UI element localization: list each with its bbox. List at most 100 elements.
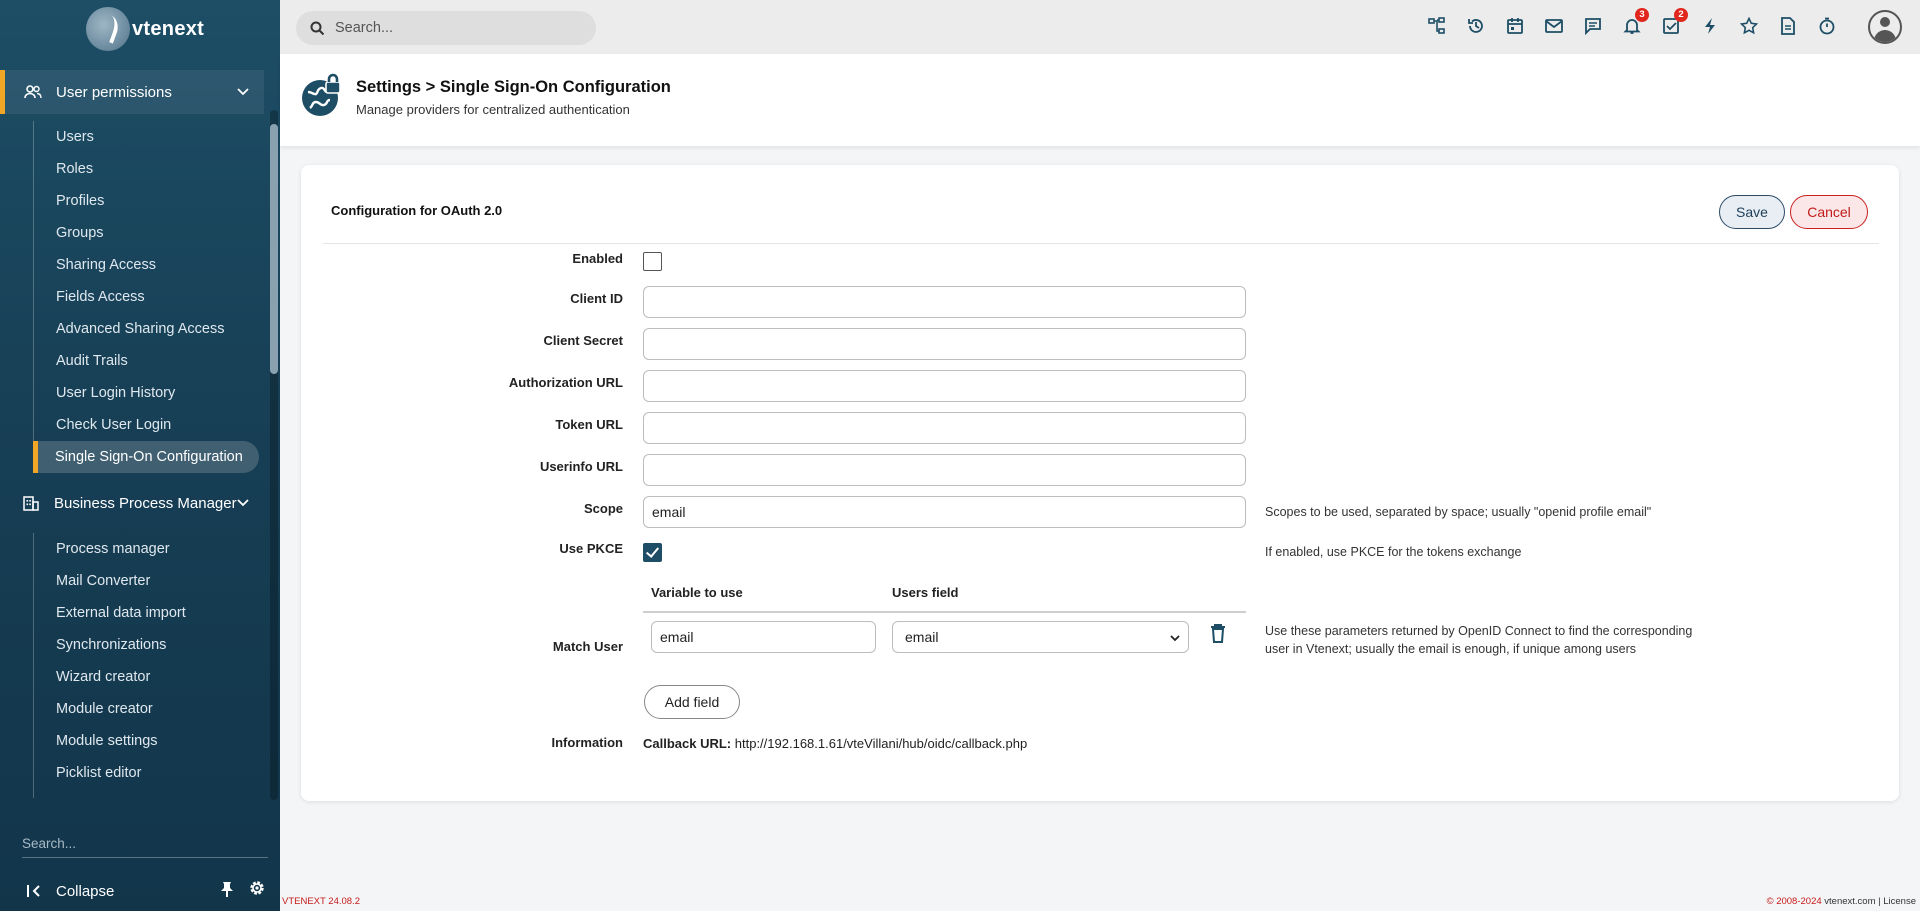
- userinfo-url-label: Userinfo URL: [539, 459, 623, 474]
- enabled-label: Enabled: [572, 251, 623, 266]
- chevron-down-icon: [1170, 635, 1180, 642]
- scope-input[interactable]: email: [643, 496, 1246, 528]
- sidebar-item-process-manager[interactable]: Process manager: [34, 533, 263, 565]
- search-icon: [310, 21, 325, 35]
- client-id-label: Client ID: [570, 291, 623, 306]
- token-url-input[interactable]: [643, 412, 1246, 444]
- userinfo-url-input[interactable]: [643, 454, 1246, 486]
- sidebar-item-synchronizations[interactable]: Synchronizations: [34, 629, 263, 661]
- section-user-permissions[interactable]: User permissions: [0, 70, 264, 114]
- logo-mark-icon: [86, 7, 130, 51]
- users-icon: [24, 83, 42, 101]
- card-title: Configuration for OAuth 2.0: [331, 203, 503, 218]
- org-chart-icon[interactable]: [1426, 15, 1448, 37]
- sidebar-item-audit-trails[interactable]: Audit Trails: [34, 345, 263, 377]
- sidebar-item-external-data-import[interactable]: External data import: [34, 597, 263, 629]
- user-permissions-menu: Users Roles Profiles Groups Sharing Acce…: [33, 121, 263, 473]
- token-url-label: Token URL: [555, 417, 623, 432]
- collapse-icon: [27, 885, 40, 897]
- pkce-help: If enabled, use PKCE for the tokens exch…: [1265, 545, 1522, 559]
- logo[interactable]: vtenext: [86, 6, 246, 52]
- sidebar-item-user-login-history[interactable]: User Login History: [34, 377, 263, 409]
- collapse-button[interactable]: Collapse: [0, 872, 280, 910]
- information-label: Information: [551, 735, 624, 750]
- authorization-url-label: Authorization URL: [508, 375, 623, 390]
- add-field-button[interactable]: Add field: [644, 685, 740, 719]
- sidebar-item-module-creator[interactable]: Module creator: [34, 693, 263, 725]
- avatar-body: [1874, 30, 1896, 42]
- sidebar-item-check-user-login[interactable]: Check User Login: [34, 409, 263, 441]
- divider: [323, 243, 1879, 244]
- footer-copyright: © 2008-2024 vtenext.com | License: [1767, 896, 1916, 907]
- callback-url[interactable]: http://192.168.1.61/vteVillani/hub/oidc/…: [735, 736, 1027, 751]
- match-col-variable: Variable to use: [651, 585, 743, 600]
- section-business-process-manager[interactable]: Business Process Manager: [0, 481, 264, 525]
- footer-site-link[interactable]: vtenext.com: [1824, 896, 1875, 907]
- match-col-users-field: Users field: [892, 585, 959, 600]
- history-icon[interactable]: [1465, 15, 1487, 37]
- sidebar-item-sharing-access[interactable]: Sharing Access: [34, 249, 263, 281]
- mail-icon[interactable]: [1543, 15, 1565, 37]
- sidebar-item-roles[interactable]: Roles: [34, 153, 263, 185]
- sidebar-item-module-settings[interactable]: Module settings: [34, 725, 263, 757]
- sidebar-item-advanced-sharing-access[interactable]: Advanced Sharing Access: [34, 313, 263, 345]
- footer-license-link[interactable]: License: [1883, 896, 1916, 907]
- sidebar-scrollbar[interactable]: [270, 110, 278, 800]
- page-header: Settings > Single Sign-On Configuration …: [280, 54, 1920, 146]
- tasks-badge: 2: [1674, 8, 1688, 22]
- cancel-button[interactable]: Cancel: [1790, 195, 1868, 229]
- section-label: User permissions: [56, 83, 172, 101]
- authorization-url-input[interactable]: [643, 370, 1246, 402]
- sidebar: vtenext User permissions Users Roles Pro…: [0, 0, 280, 911]
- oauth-config-card: Configuration for OAuth 2.0 Save Cancel …: [301, 165, 1899, 801]
- sidebar-search-input[interactable]: Search...: [22, 830, 268, 858]
- sidebar-item-groups[interactable]: Groups: [34, 217, 263, 249]
- match-variable-input[interactable]: email: [651, 621, 876, 653]
- avatar[interactable]: [1868, 10, 1902, 44]
- match-header-divider: [643, 611, 1246, 613]
- enabled-checkbox[interactable]: [643, 252, 662, 271]
- chat-icon[interactable]: [1582, 15, 1604, 37]
- scope-help: Scopes to be used, separated by space; u…: [1265, 505, 1652, 519]
- sidebar-item-picklist-editor[interactable]: Picklist editor: [34, 757, 263, 789]
- topbar: Search... 3 2: [280, 0, 1920, 54]
- tasks-icon[interactable]: 2: [1660, 8, 1688, 37]
- star-icon[interactable]: [1738, 15, 1760, 37]
- scrollbar-thumb[interactable]: [270, 124, 278, 374]
- sidebar-item-sso-configuration[interactable]: Single Sign-On Configuration: [33, 441, 259, 473]
- client-id-input[interactable]: [643, 286, 1246, 318]
- sidebar-item-language-translations[interactable]: Language and translations: [34, 789, 263, 798]
- bell-icon[interactable]: 3: [1621, 8, 1649, 37]
- sidebar-item-mail-converter[interactable]: Mail Converter: [34, 565, 263, 597]
- sidebar-item-wizard-creator[interactable]: Wizard creator: [34, 661, 263, 693]
- save-button[interactable]: Save: [1719, 195, 1785, 229]
- avatar-head: [1880, 17, 1890, 27]
- match-user-label: Match User: [552, 639, 623, 654]
- page-title: Settings > Single Sign-On Configuration: [356, 78, 671, 96]
- copyright-years: © 2008-2024: [1766, 896, 1822, 907]
- sidebar-item-profiles[interactable]: Profiles: [34, 185, 263, 217]
- globe-lock-icon: [302, 73, 341, 116]
- timer-icon[interactable]: [1816, 15, 1838, 37]
- building-icon: [22, 494, 40, 512]
- chevron-down-icon: [237, 499, 249, 507]
- document-icon[interactable]: [1777, 15, 1799, 37]
- sidebar-item-fields-access[interactable]: Fields Access: [34, 281, 263, 313]
- match-users-field-select[interactable]: email: [892, 621, 1189, 653]
- pin-icon[interactable]: [218, 880, 236, 898]
- client-secret-label: Client Secret: [543, 333, 623, 348]
- gear-icon[interactable]: [248, 879, 266, 897]
- version-label: VTENEXT 24.08.2: [282, 896, 360, 907]
- select-value: email: [905, 629, 939, 645]
- sidebar-item-users[interactable]: Users: [34, 121, 263, 153]
- scope-label: Scope: [583, 501, 623, 516]
- page-subtitle: Manage providers for centralized authent…: [356, 102, 630, 117]
- footer-separator: |: [1878, 896, 1881, 907]
- pkce-checkbox[interactable]: [643, 543, 662, 562]
- bolt-icon[interactable]: [1699, 15, 1721, 37]
- trash-icon[interactable]: [1208, 622, 1228, 644]
- business-process-menu: Process manager Mail Converter External …: [33, 533, 263, 798]
- client-secret-input[interactable]: [643, 328, 1246, 360]
- global-search-input[interactable]: Search...: [296, 11, 596, 45]
- calendar-icon[interactable]: [1504, 15, 1526, 37]
